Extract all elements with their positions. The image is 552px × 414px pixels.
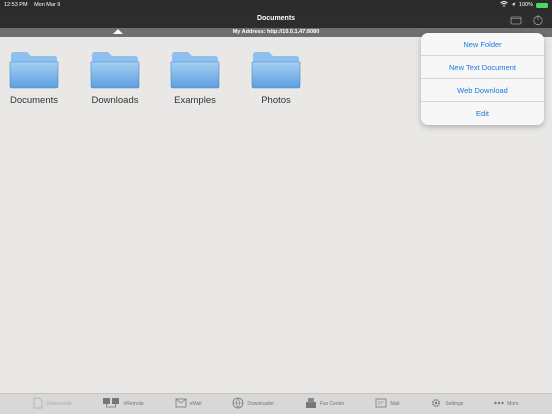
tab-label: eMail	[189, 401, 202, 407]
folder-icon	[170, 52, 220, 89]
status-left: 12:53 PM Mon Mar 9	[4, 2, 65, 8]
folder-label: Downloads	[91, 95, 139, 106]
status-right: 100%	[500, 1, 548, 9]
folder-examples[interactable]: Examples	[161, 49, 229, 106]
web-download-button[interactable]: Web Download	[421, 79, 544, 102]
tab-more[interactable]: More	[494, 401, 519, 407]
network-icon	[102, 397, 120, 411]
tab-fax-center[interactable]: Fax Center	[305, 397, 345, 411]
tab-bar: Documents nRemote eMail Downloader Fax C…	[0, 393, 552, 414]
tab-email[interactable]: eMail	[175, 398, 202, 410]
tab-label: Mail	[390, 401, 400, 407]
tab-settings[interactable]: Settings	[430, 397, 463, 411]
globe-icon	[232, 397, 244, 411]
battery-percent: 100%	[518, 2, 533, 8]
folder-icon	[251, 52, 301, 89]
page-title: Documents	[256, 15, 296, 22]
folder-label: Photos	[261, 95, 291, 106]
tab-downloader[interactable]: Downloader	[232, 397, 274, 411]
tab-label: Fax Center	[319, 401, 345, 407]
more-icon	[494, 401, 504, 407]
folder-downloads[interactable]: Downloads	[81, 49, 149, 106]
tab-nremote[interactable]: nRemote	[102, 397, 144, 411]
add-menu-popover: New Folder New Text Document Web Downloa…	[421, 33, 544, 125]
location-icon	[511, 2, 516, 9]
battery-icon	[536, 2, 548, 8]
status-time: 12:53 PM	[4, 2, 28, 8]
folder-icon	[90, 52, 140, 89]
folder-documents[interactable]: Documents	[0, 49, 68, 106]
action-icon[interactable]	[532, 13, 544, 26]
edit-button[interactable]: Edit	[421, 102, 544, 125]
mail-icon	[375, 398, 387, 410]
tab-label: Settings	[445, 401, 464, 407]
email-icon	[175, 398, 187, 410]
tab-documents[interactable]: Documents	[33, 397, 72, 411]
status-date: Mon Mar 9	[34, 2, 61, 8]
folder-photos[interactable]: Photos	[242, 49, 310, 106]
wifi-icon	[500, 1, 508, 9]
folder-label: Documents	[9, 95, 59, 106]
new-text-document-button[interactable]: New Text Document	[421, 56, 544, 79]
folder-icon	[9, 52, 59, 89]
status-bar: 12:53 PM Mon Mar 9 100%	[0, 0, 552, 10]
tab-mail[interactable]: Mail	[375, 398, 400, 410]
popover-arrow	[113, 29, 123, 34]
new-folder-button[interactable]: New Folder	[421, 33, 544, 56]
fax-icon	[305, 397, 317, 411]
gear-icon	[430, 397, 442, 411]
tab-label: More	[507, 401, 519, 407]
folder-label: Examples	[174, 95, 216, 106]
documents-icon	[33, 397, 43, 411]
nav-bar: Documents	[0, 10, 552, 28]
tab-label: nRemote	[123, 401, 144, 407]
tab-label: Documents	[46, 401, 72, 407]
folder-view-icon[interactable]	[510, 13, 522, 25]
tab-label: Downloader	[247, 401, 275, 407]
